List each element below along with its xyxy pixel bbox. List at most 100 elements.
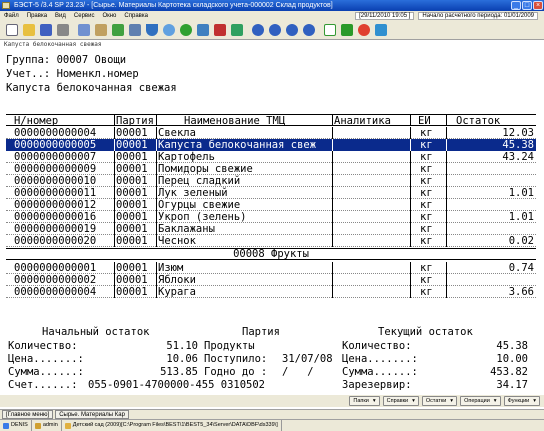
maximize-button[interactable]: □ <box>522 1 532 10</box>
col-party-header[interactable]: Партия <box>116 115 158 127</box>
cut-icon[interactable] <box>110 22 126 38</box>
key-icon <box>34 422 41 429</box>
menu-file[interactable]: Файл <box>0 11 23 21</box>
close-button[interactable]: × <box>533 1 543 10</box>
col-unit-header[interactable]: ЕИ <box>418 115 442 127</box>
menu-edit[interactable]: Правка <box>23 11 51 21</box>
status-org: Детский сад (2009)[C:\Program Files\BEST… <box>62 420 282 431</box>
open-icon[interactable] <box>21 22 37 38</box>
row-party: 00001 <box>116 175 148 187</box>
rests-button[interactable]: Остатки ▾ <box>421 396 458 406</box>
row-name: Укроп (зелень) <box>158 211 247 223</box>
row-name: Курага <box>158 286 196 298</box>
go-prev-icon[interactable] <box>267 22 283 38</box>
row-party: 00001 <box>116 139 148 151</box>
column-divider <box>446 235 447 247</box>
filter-icon[interactable] <box>144 22 160 38</box>
menu-service[interactable]: Сервис <box>70 11 99 21</box>
table-row[interactable]: 0000000000005 00001 Капуста белокочанная с… <box>6 139 536 151</box>
qty-label: Количество: <box>8 340 78 352</box>
table-row[interactable]: 0000000000016 00001 Укроп (зелень) кг 1.01 <box>6 211 536 223</box>
col-num-header[interactable]: Н/номер <box>14 115 114 127</box>
col-name-header[interactable]: Наименование ТМЦ <box>184 115 324 127</box>
folders-button[interactable]: Папки ▾ <box>349 396 380 406</box>
tab-main-menu[interactable]: [Главное меню] <box>2 410 54 419</box>
export-icon[interactable] <box>339 22 355 38</box>
column-divider <box>446 211 447 223</box>
group-title: 00008 Фрукты <box>233 248 309 260</box>
operations-button[interactable]: Операции ▾ <box>460 396 501 406</box>
save-icon[interactable] <box>38 22 54 38</box>
table-row[interactable]: 0000000000001 00001 Изюм кг 0.74 <box>6 262 536 274</box>
column-divider <box>410 286 411 298</box>
new-doc-icon[interactable] <box>4 22 20 38</box>
paste-icon[interactable] <box>93 22 109 38</box>
chevron-down-icon: ▾ <box>533 398 536 404</box>
column-divider <box>114 139 115 151</box>
exit-icon[interactable] <box>373 22 389 38</box>
go-last-icon[interactable] <box>301 22 317 38</box>
calc-icon[interactable] <box>127 22 143 38</box>
table-row[interactable]: 0000000000020 00001 Чеснок кг 0.02 <box>6 235 536 247</box>
column-divider <box>114 199 115 211</box>
row-num: 0000000000004 <box>14 127 97 139</box>
sum-label: Сумма......: <box>8 366 84 378</box>
cur-sum-label: Сумма......: <box>342 366 418 378</box>
column-divider <box>114 211 115 223</box>
menu-view[interactable]: Вид <box>51 11 70 21</box>
minimize-button[interactable]: _ <box>511 1 521 10</box>
row-num: 0000000000005 <box>14 139 97 151</box>
print-icon[interactable] <box>55 22 71 38</box>
table-row[interactable]: 0000000000004 00001 Свекла кг 12.03 <box>6 127 536 139</box>
table-row[interactable]: 0000000000009 00001 Помидоры свежие кг <box>6 163 536 175</box>
column-divider <box>446 187 447 199</box>
delete-filter-icon[interactable] <box>212 22 228 38</box>
checkbox-icon[interactable] <box>322 22 338 38</box>
table-row[interactable]: 0000000000010 00001 Перец сладкий кг <box>6 175 536 187</box>
table-row[interactable]: 0000000000002 00001 Яблоки кг <box>6 274 536 286</box>
row-unit: кг <box>420 175 433 187</box>
row-unit: кг <box>420 286 433 298</box>
row-num: 0000000000012 <box>14 199 97 211</box>
refresh-icon[interactable] <box>178 22 194 38</box>
received-label: Поступило: <box>204 353 268 365</box>
copy-icon[interactable] <box>76 22 92 38</box>
column-divider <box>410 163 411 175</box>
sort-icon[interactable] <box>195 22 211 38</box>
tree-icon[interactable] <box>229 22 245 38</box>
cur-price-label: Цена.......: <box>342 353 418 365</box>
menu-help[interactable]: Справка <box>120 11 152 21</box>
find-icon[interactable] <box>161 22 177 38</box>
chevron-down-icon: ▾ <box>412 398 415 404</box>
column-divider <box>114 127 115 139</box>
column-divider <box>446 163 447 175</box>
folder-icon <box>64 422 71 429</box>
go-first-icon[interactable] <box>250 22 266 38</box>
column-divider <box>332 223 333 235</box>
table-row[interactable]: 0000000000012 00001 Огурцы свежие кг <box>6 199 536 211</box>
column-divider <box>332 151 333 163</box>
row-name: Изюм <box>158 262 184 274</box>
reserved-value: 34.17 <box>496 379 528 391</box>
references-button[interactable]: Справки ▾ <box>382 396 419 406</box>
table-row[interactable]: 0000000000019 00001 Баклажаны кг <box>6 223 536 235</box>
table-row[interactable]: 0000000000011 00001 Лук зеленый кг 1.01 <box>6 187 536 199</box>
menu-window[interactable]: Окно <box>98 11 120 21</box>
chevron-down-icon: ▾ <box>450 398 454 404</box>
go-next-icon[interactable] <box>284 22 300 38</box>
functions-button[interactable]: Функции ▾ <box>503 396 540 406</box>
column-divider <box>332 274 333 286</box>
col-analytics-header[interactable]: Аналитика <box>334 115 404 127</box>
row-unit: кг <box>420 262 433 274</box>
row-party: 00001 <box>116 286 148 298</box>
cancel-icon[interactable] <box>356 22 372 38</box>
tab-materials-card[interactable]: Сырье. Материалы Кар <box>55 410 129 419</box>
cur-price-value: 10.00 <box>496 353 528 365</box>
qty-value: 51.10 <box>166 340 198 352</box>
col-rest-header[interactable]: Остаток <box>456 115 526 127</box>
column-divider <box>446 175 447 187</box>
table-row[interactable]: 0000000000004 00001 Курага кг 3.66 <box>6 286 536 298</box>
account-line: Учет..: Номенкл.номер <box>6 68 139 80</box>
table-row[interactable]: 0000000000007 00001 Картофель кг 43.24 <box>6 151 536 163</box>
column-divider <box>156 115 157 126</box>
